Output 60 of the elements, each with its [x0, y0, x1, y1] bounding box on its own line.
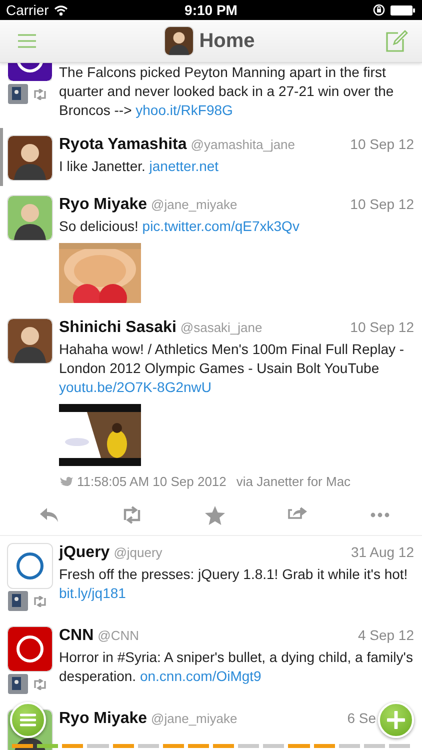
- bird-icon: [59, 476, 73, 487]
- tweet-date: 4 Sep 12: [358, 627, 414, 643]
- tweet-timestamp: 11:58:05 AM 10 Sep 2012: [77, 474, 226, 489]
- retweeter-avatar: [8, 674, 28, 694]
- tweet-date: 10 Sep 12: [350, 196, 414, 212]
- tweet-date: 31 Aug 12: [350, 544, 414, 560]
- retweet-icon: [33, 678, 47, 690]
- plus-icon: [387, 711, 405, 729]
- tweet-link[interactable]: bit.ly/jq181: [59, 585, 126, 601]
- user-handle: @jquery: [114, 545, 162, 560]
- profile-avatar[interactable]: [165, 27, 194, 55]
- tweet-link[interactable]: pic.twitter.com/qE7xk3Qv: [142, 218, 300, 234]
- tweet-link[interactable]: on.cnn.com/OiMgt9: [140, 668, 262, 684]
- menu-icon: [20, 713, 36, 727]
- retweeter-avatar: [8, 591, 28, 611]
- user-name[interactable]: Ryota Yamashita: [59, 136, 187, 154]
- star-icon: [204, 505, 226, 525]
- tweet-text: I like Janetter. janetter.net: [59, 157, 220, 176]
- user-avatar[interactable]: [8, 196, 52, 240]
- tweet-date: 6 Se: [347, 710, 376, 726]
- wifi-icon: [54, 4, 68, 16]
- more-icon: [370, 512, 390, 518]
- tweet-text: Fresh off the presses: jQuery 1.8.1! Grab it while it's hot! bit.ly/jq181: [59, 565, 409, 603]
- user-name[interactable]: CNN: [59, 627, 94, 645]
- retweet-icon: [121, 505, 143, 525]
- tweet-text: So delicious! pic.twitter.com/qE7xk3Qv: [59, 217, 300, 236]
- tweet-date: 10 Sep 12: [350, 136, 414, 152]
- retweeter-avatar: [8, 84, 28, 104]
- retweet-icon: [33, 596, 47, 606]
- user-name[interactable]: Ryo Miyake: [59, 196, 148, 214]
- tweet-text: Hahaha wow! / Athletics Men's 100m Final Full Replay - London 2012 Olympic Games - Usain Bolt YouTube youtu.be/2O7K-8G2nwU: [59, 340, 406, 397]
- menu-button[interactable]: [10, 702, 46, 738]
- tweet-source: via Janetter for Mac: [236, 474, 351, 489]
- tweet-link[interactable]: yhoo.it/RkF98G: [136, 102, 233, 118]
- user-avatar[interactable]: [8, 544, 52, 588]
- user-handle: @yamashita_jane: [190, 137, 296, 152]
- menu-icon: [18, 34, 36, 48]
- rotation-lock-icon: [372, 4, 385, 16]
- user-avatar[interactable]: [8, 136, 52, 180]
- user-handle: @sasaki_jane: [180, 320, 262, 335]
- tweet-date: 10 Sep 12: [350, 319, 414, 335]
- user-name[interactable]: Shinichi Sasaki: [59, 319, 176, 337]
- user-name[interactable]: jQuery: [59, 544, 110, 562]
- user-handle: @jane_miyake: [151, 197, 238, 212]
- carrier-label: Carrier: [6, 2, 49, 18]
- compose-icon: [384, 29, 408, 53]
- user-name[interactable]: Ryo Miyake: [59, 710, 148, 728]
- retweet-icon: [33, 88, 47, 100]
- window-title: Home: [199, 30, 255, 52]
- add-button[interactable]: [378, 702, 414, 738]
- battery-icon: [390, 4, 416, 16]
- tweet-link[interactable]: youtu.be/2O7K-8G2nwU: [59, 379, 212, 395]
- tweet-text: The Falcons picked Peyton Manning apart in the first quarter and never looked back in a 27-21 win over the Broncos --> yhoo.it/RkF98G: [59, 63, 395, 120]
- user-handle: @jane_miyake: [151, 711, 238, 726]
- tweet-text: Horror in #Syria: A sniper's bullet, a dying child, a family's desperation. on.cnn.com/OiMgt9: [59, 648, 414, 686]
- user-avatar[interactable]: [8, 319, 52, 363]
- user-handle: @CNN: [98, 628, 140, 643]
- clock-time: 9:10 PM: [184, 2, 238, 18]
- user-avatar[interactable]: [8, 627, 52, 671]
- tweet-link[interactable]: janetter.net: [149, 158, 219, 174]
